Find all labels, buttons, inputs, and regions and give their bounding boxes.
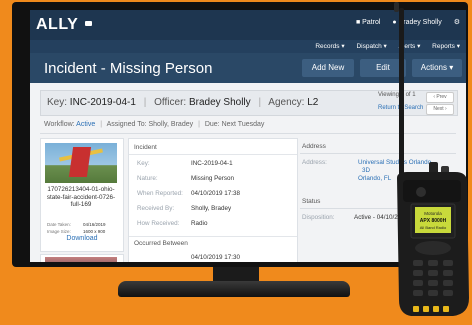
radio-key[interactable] (428, 290, 438, 296)
workflow-status[interactable]: Active (76, 121, 95, 128)
monitor-stand-base (118, 281, 350, 297)
field-row: Nature: Missing Person (137, 175, 234, 182)
separator: | (198, 121, 200, 128)
agency-value: L2 (307, 97, 319, 108)
assigned-value: Sholly, Bradey (148, 121, 194, 128)
address-line-3[interactable]: Orlando, FL (358, 175, 391, 183)
date-taken-value: 04/16/2019 (83, 222, 106, 227)
radio-key[interactable] (443, 280, 453, 286)
radio-key[interactable] (413, 260, 423, 266)
radio-display-line-1: Motorola (424, 211, 442, 216)
two-way-radio: Motorola APX 8000H All Band Radio (394, 2, 469, 316)
radio-key[interactable] (413, 270, 423, 276)
radio-display-line-3: All Band Radio (420, 225, 447, 230)
attachment-filename: 170726213404-01-ohio-state-fair-accident… (46, 186, 116, 208)
ride-shape (68, 147, 92, 177)
address-label: Address: (302, 159, 327, 166)
nav-dispatch-label: Dispatch (356, 43, 382, 50)
image-size-row: Image Size: 1600 x 900 (47, 229, 105, 234)
separator: | (143, 97, 147, 108)
separator: | (100, 121, 103, 128)
app-logo[interactable]: ALLY (36, 16, 78, 34)
field-row: How Received: Radio (137, 220, 207, 227)
attachment-thumbnail[interactable] (45, 143, 117, 183)
address-line-2[interactable]: 3D (362, 167, 370, 175)
workflow-bar: Workflow: Active | Assigned To: Sholly, … (44, 121, 264, 128)
radio-key[interactable] (428, 270, 438, 276)
attachment-card-2 (40, 254, 124, 262)
radio-key[interactable] (443, 270, 453, 276)
download-link[interactable]: Download (41, 235, 123, 242)
radio-antenna (399, 8, 404, 180)
officer-value: Bradey Sholly (188, 97, 251, 108)
radio-nav-pad[interactable] (415, 241, 451, 255)
radio-contact (433, 306, 439, 312)
assigned-label: Assigned To: (106, 121, 147, 128)
divider (129, 154, 297, 155)
nav-dispatch[interactable]: Dispatch ▾ (356, 43, 386, 50)
motorola-logo (416, 187, 426, 197)
agency-label: Agency: (268, 97, 305, 108)
radio-display-line-2: APX 8000H (420, 218, 447, 224)
nav-records[interactable]: Records ▾ (315, 43, 344, 50)
disposition-row: Disposition: Active - 04/10/2019 (302, 214, 408, 221)
address-row: Address: (302, 159, 327, 166)
attachment-thumbnail-2[interactable] (45, 257, 117, 262)
key-value: INC-2019-04-1 (69, 97, 136, 108)
field-row: Key: INC-2019-04-1 (137, 160, 233, 167)
radio-antenna-tip (394, 2, 399, 12)
patrol-label: Patrol (362, 19, 381, 26)
field-label: Key: (137, 160, 150, 167)
radio-key[interactable] (443, 290, 453, 296)
patrol-link[interactable]: ■ Patrol (356, 19, 380, 26)
field-value: Missing Person (191, 175, 235, 182)
address-section-title: Address (302, 143, 326, 150)
date-taken-row: Date Taken: 04/16/2019 (47, 222, 106, 227)
field-value: Sholly, Bradey (191, 205, 232, 212)
page-title: Incident - Missing Person (44, 60, 213, 77)
status-section-title: Status (302, 198, 321, 205)
radio-contact (423, 306, 429, 312)
occurred-value: 04/10/2019 17:30 (191, 254, 241, 261)
key-label: Key: (47, 97, 68, 108)
image-size-label: Image Size: (47, 229, 71, 234)
separator: | (258, 97, 262, 108)
radio-top-panel (403, 180, 461, 202)
radio-contact (413, 306, 419, 312)
field-label: When Reported: (137, 190, 183, 197)
radio-key[interactable] (413, 280, 423, 286)
field-row: Received By: Sholly, Bradey (137, 205, 231, 212)
field-value: 04/10/2019 17:38 (191, 190, 241, 197)
radio-contact (443, 306, 449, 312)
radio-key[interactable] (443, 260, 453, 266)
field-label: Nature: (137, 175, 158, 182)
disposition-label: Disposition: (302, 214, 335, 221)
nav-records-label: Records (315, 43, 340, 50)
incident-panel: Incident Key: INC-2019-04-1 Nature: Missin… (128, 138, 298, 262)
radio-key[interactable] (413, 290, 423, 296)
field-label: How Received: (137, 220, 180, 227)
radio-key[interactable] (428, 280, 438, 286)
incident-section-title: Incident (134, 144, 157, 151)
field-value: INC-2019-04-1 (191, 160, 233, 167)
field-row: When Reported: 04/10/2019 17:38 (137, 190, 240, 197)
due-value: Next Tuesday (221, 121, 265, 128)
workflow-label: Workflow: (44, 121, 75, 128)
date-taken-label: Date Taken: (47, 222, 71, 227)
officer-label: Officer: (154, 97, 187, 108)
due-label: Due: (204, 121, 220, 128)
attachment-card: 170726213404-01-ohio-state-fair-accident… (40, 138, 124, 252)
image-size-value: 1600 x 900 (83, 229, 106, 234)
field-label: Received By: (137, 205, 175, 212)
mail-icon[interactable] (85, 21, 92, 26)
occurred-section-title: Occurred Between (134, 240, 188, 247)
radio-key[interactable] (428, 260, 438, 266)
add-new-button[interactable]: Add New (302, 59, 354, 77)
field-value: Radio (191, 220, 208, 227)
divider (129, 236, 297, 237)
